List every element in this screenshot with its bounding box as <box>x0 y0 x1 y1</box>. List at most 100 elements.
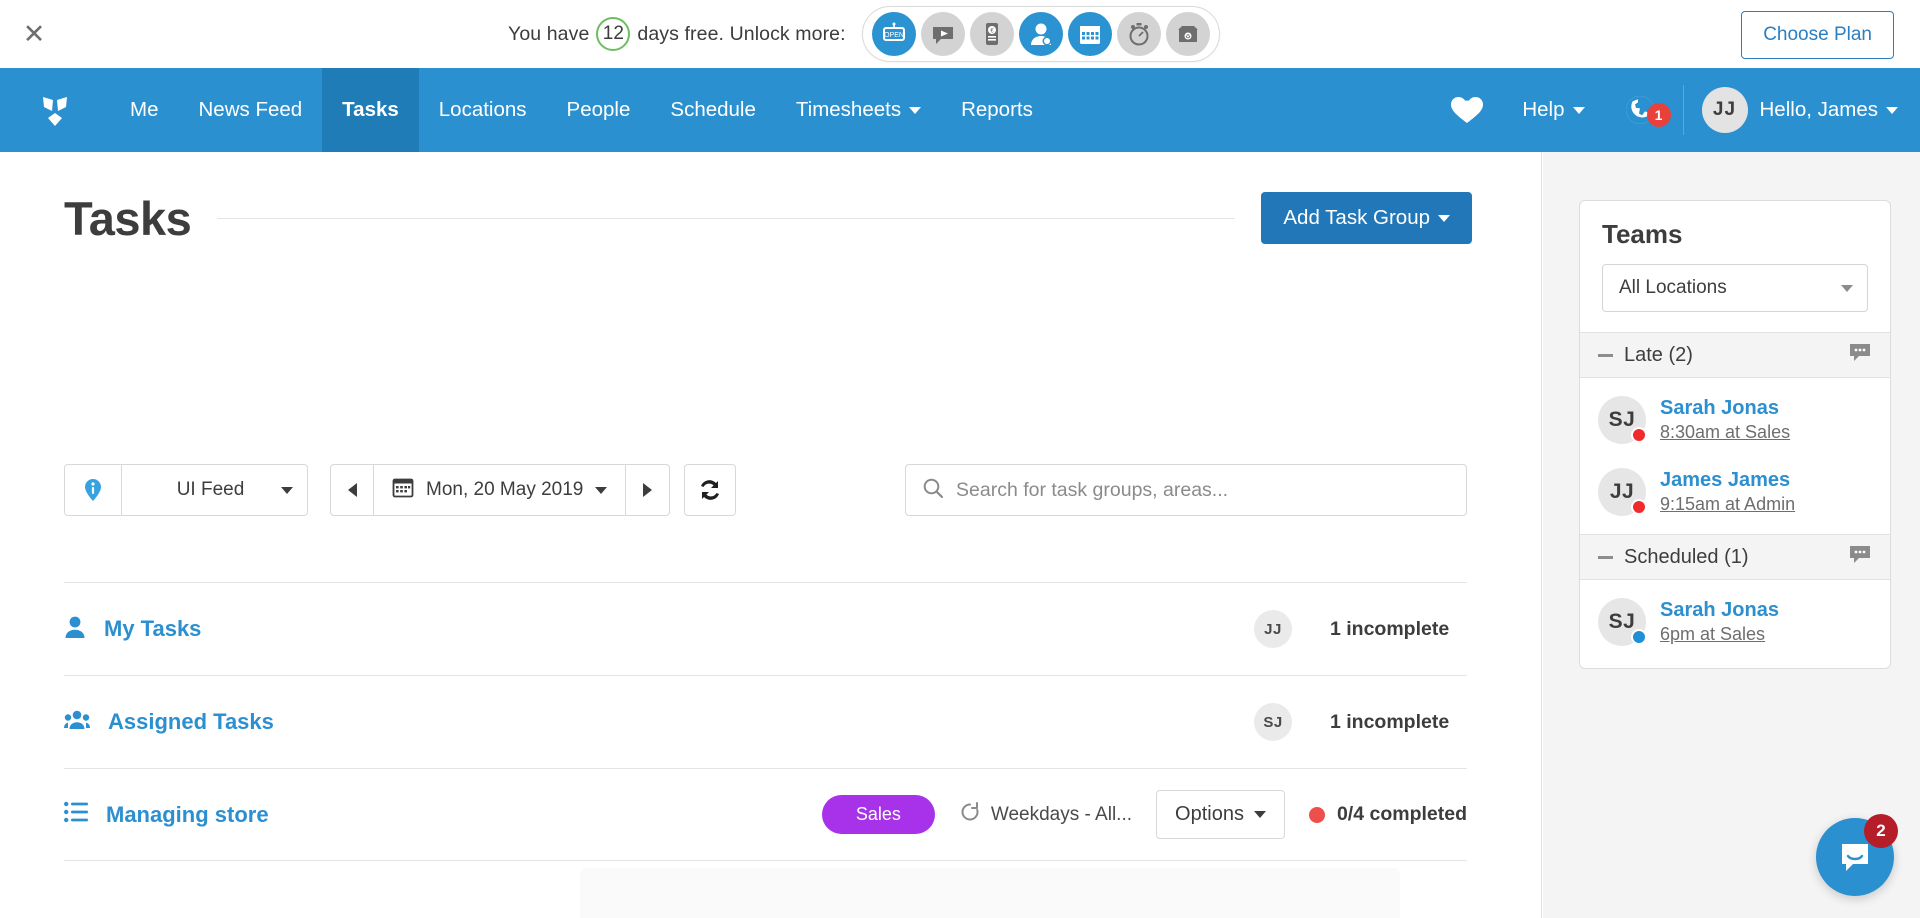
teams-group-header-scheduled[interactable]: Scheduled (1) <box>1580 534 1890 580</box>
options-label: Options <box>1175 803 1244 825</box>
open-sign-icon[interactable]: OPEN <box>871 12 916 56</box>
nav-label: People <box>566 98 631 121</box>
nav-label: Schedule <box>670 98 756 121</box>
supplies-box-icon[interactable]: ♻ <box>1165 12 1210 56</box>
avatar: SJ <box>1598 396 1647 444</box>
task-group-name[interactable]: Managing store <box>106 802 269 828</box>
nav-item-people[interactable]: People <box>547 68 651 152</box>
table-row[interactable]: Assigned Tasks SJ 1 incomplete <box>64 675 1467 768</box>
nav-item-news-feed[interactable]: News Feed <box>178 68 322 152</box>
feed-selector-group: UI Feed <box>64 464 308 516</box>
bottom-ghost-panel <box>580 868 1400 918</box>
feature-icons-pill: OPEN € ♻ <box>861 6 1220 62</box>
deputy-logo[interactable] <box>0 68 110 152</box>
chevron-down-icon <box>1572 106 1585 114</box>
user-profile-icon[interactable] <box>1018 12 1063 56</box>
teams-group-late-list: SJ Sarah Jonas 8:30am at Sales JJ James … <box>1580 378 1890 534</box>
group-icon <box>64 708 90 737</box>
heart-icon[interactable] <box>1428 95 1506 125</box>
teams-header: Teams All Locations <box>1580 201 1890 332</box>
person-name[interactable]: James James <box>1660 469 1795 492</box>
info-icon[interactable] <box>64 464 122 516</box>
nav-label: News Feed <box>198 98 303 121</box>
task-row-right: JJ 1 incomplete <box>1254 610 1467 648</box>
task-group-name[interactable]: Assigned Tasks <box>108 709 274 735</box>
chevron-down-icon <box>1253 811 1266 818</box>
trial-text-after: days free. Unlock more: <box>637 22 846 45</box>
chevron-down-icon <box>595 486 608 494</box>
feed-select-label: UI Feed <box>176 479 245 500</box>
calendar-icon[interactable] <box>1067 12 1112 56</box>
add-task-group-button[interactable]: Add Task Group <box>1261 192 1472 244</box>
svg-text:OPEN: OPEN <box>884 32 904 39</box>
user-icon <box>64 615 86 644</box>
avatar: JJ <box>1701 87 1748 133</box>
chevron-down-icon <box>1841 284 1853 292</box>
avatar: SJ <box>1598 598 1647 646</box>
repeat-label: Weekdays - All... <box>990 803 1133 825</box>
svg-text:♻: ♻ <box>1185 34 1190 41</box>
completed-label: 0/4 completed <box>1336 803 1467 825</box>
chat-bubble-icon[interactable] <box>1848 341 1872 369</box>
nav-item-me[interactable]: Me <box>110 68 178 152</box>
completion-status: 0/4 completed <box>1308 803 1467 826</box>
stopwatch-icon[interactable] <box>1116 12 1161 56</box>
collapse-icon[interactable] <box>1598 555 1613 559</box>
person-name[interactable]: Sarah Jonas <box>1660 397 1790 420</box>
add-task-group-label: Add Task Group <box>1283 206 1430 229</box>
list-icon <box>64 801 88 828</box>
person-detail[interactable]: 9:15am at Admin <box>1660 494 1795 515</box>
chevron-down-icon <box>1886 106 1898 114</box>
search-bar[interactable] <box>905 464 1467 516</box>
person-name[interactable]: Sarah Jonas <box>1660 599 1779 622</box>
chat-bubble-icon[interactable] <box>1848 543 1872 571</box>
top-navigation: Me News Feed Tasks Locations People Sche… <box>0 68 1920 152</box>
choose-plan-button[interactable]: Choose Plan <box>1741 11 1894 59</box>
globe-notifications-icon[interactable]: 1 <box>1601 89 1679 131</box>
list-item[interactable]: SJ Sarah Jonas 6pm at Sales <box>1580 586 1890 658</box>
user-menu[interactable]: JJ Hello, James <box>1688 87 1898 133</box>
task-row-left: Assigned Tasks <box>64 708 624 737</box>
task-row-left: My Tasks <box>64 615 624 644</box>
list-item[interactable]: JJ James James 9:15am at Admin <box>1580 456 1890 528</box>
table-row[interactable]: My Tasks JJ 1 incomplete <box>64 582 1467 675</box>
feed-select[interactable]: UI Feed <box>122 464 308 516</box>
trial-message: You have 12 days free. Unlock more: <box>508 17 846 51</box>
trial-text-before: You have <box>508 22 590 45</box>
nav-item-reports[interactable]: Reports <box>941 68 1053 152</box>
video-message-icon[interactable] <box>920 12 965 56</box>
nav-label: Timesheets <box>795 98 902 121</box>
nav-item-locations[interactable]: Locations <box>419 68 547 152</box>
collapse-icon[interactable] <box>1598 353 1613 357</box>
help-menu[interactable]: Help <box>1506 98 1600 122</box>
chevron-down-icon <box>909 106 922 114</box>
task-group-name[interactable]: My Tasks <box>104 616 201 642</box>
intercom-chat-icon[interactable]: 2 <box>1816 814 1898 896</box>
search-icon <box>922 477 944 504</box>
nav-item-schedule[interactable]: Schedule <box>650 68 775 152</box>
person-detail[interactable]: 6pm at Sales <box>1660 624 1779 645</box>
location-select[interactable]: All Locations <box>1602 264 1868 312</box>
nav-item-timesheets[interactable]: Timesheets <box>776 68 941 152</box>
refresh-icon[interactable] <box>684 464 737 516</box>
search-input[interactable] <box>956 478 1450 502</box>
content-area: Tasks Add Task Group UI Feed Mon, 20 May… <box>0 152 1920 918</box>
date-picker[interactable]: Mon, 20 May 2019 <box>374 464 627 516</box>
next-arrow-icon[interactable] <box>626 464 671 516</box>
date-label: Mon, 20 May 2019 <box>426 479 584 500</box>
table-row[interactable]: Managing store Sales Weekdays - All... O… <box>64 768 1467 861</box>
calendar-icon <box>392 476 414 504</box>
status-dot <box>1631 427 1647 443</box>
mobile-payments-icon[interactable]: € <box>969 12 1014 56</box>
teams-group-header-late[interactable]: Late (2) <box>1580 332 1890 378</box>
options-button[interactable]: Options <box>1156 790 1285 839</box>
area-badge[interactable]: Sales <box>821 795 935 834</box>
person-detail[interactable]: 8:30am at Sales <box>1660 422 1790 443</box>
close-icon[interactable]: ✕ <box>16 16 52 52</box>
trial-banner: ✕ You have 12 days free. Unlock more: OP… <box>0 0 1920 68</box>
nav-label: Tasks <box>342 98 399 121</box>
list-item[interactable]: SJ Sarah Jonas 8:30am at Sales <box>1580 384 1890 456</box>
previous-arrow-icon[interactable] <box>330 464 374 516</box>
nav-label: Locations <box>438 98 527 121</box>
nav-item-tasks[interactable]: Tasks <box>322 68 419 152</box>
